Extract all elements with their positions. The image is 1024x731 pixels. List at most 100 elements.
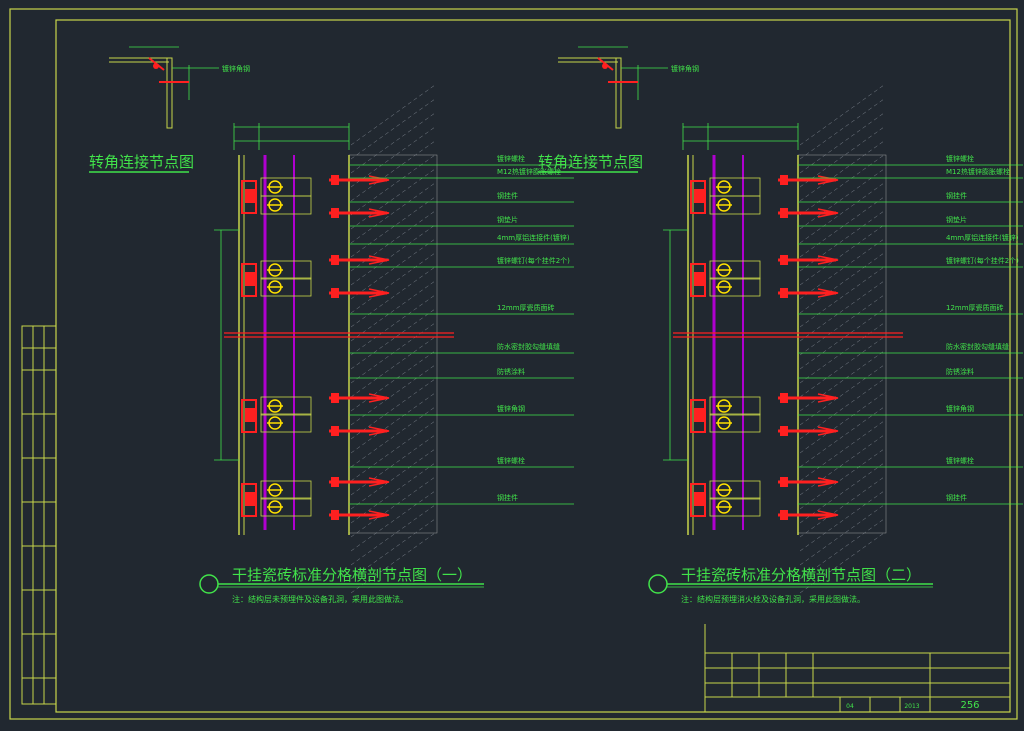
section-marker-circle	[648, 574, 668, 594]
callout-label: 镀锌螺钉(每个挂件2个)	[946, 256, 1019, 265]
bolt-head	[780, 175, 788, 185]
callout-label: 钢垫片	[946, 215, 967, 224]
callout-label: 防水密封胶勾缝填缝	[497, 342, 560, 351]
callout-label: 防锈涂料	[497, 367, 525, 376]
clip-assembly	[241, 260, 312, 297]
anchor-bolt	[778, 510, 839, 520]
bolt-head	[331, 510, 339, 520]
bracket-fill	[245, 189, 255, 203]
corner-post	[166, 57, 173, 129]
callout-label: 镀锌螺栓	[946, 154, 974, 163]
callout-label: 钢挂件	[946, 191, 967, 200]
clip-assembly	[690, 396, 761, 433]
bolt-head	[780, 208, 788, 218]
bolt-head	[780, 510, 788, 520]
section-detail-2: 镀锌角钢转角连接节点图 镀锌螺栓M12热镀锌膨胀螺栓钢挂件钢垫片4mm厚铝连接件(…	[538, 46, 1023, 604]
bracket-fill	[245, 492, 255, 506]
anchor-bolt	[778, 393, 839, 403]
corner-detail-title: 转角连接节点图	[89, 153, 194, 171]
sheet-number: 256	[960, 700, 979, 711]
clip-assembly	[690, 480, 761, 517]
section-title: 干挂瓷砖标准分格横剖节点图（一）	[232, 566, 472, 584]
clip-assembly	[241, 177, 312, 215]
clip-assembly	[241, 480, 312, 517]
clip-assembly	[690, 177, 761, 215]
anchor-bolt	[778, 426, 839, 436]
section-detail-1: 镀锌角钢转角连接节点图 镀锌螺栓M12热镀锌膨胀螺栓钢挂件钢垫片4mm厚铝连接件(…	[89, 46, 574, 604]
bolt-head	[331, 208, 339, 218]
callout-label: 防锈涂料	[946, 367, 974, 376]
anchor-bolt	[329, 426, 390, 436]
section-marker-circle	[199, 574, 219, 594]
bolt-head	[331, 426, 339, 436]
title-block-cell-1: 04	[846, 703, 854, 710]
bracket-fill	[694, 272, 704, 286]
corner-connection-detail: 镀锌角钢转角连接节点图	[89, 46, 250, 173]
callout-label: 镀锌螺栓	[497, 154, 525, 163]
section-note: 注：结构层未预埋件及设备孔洞，采用此图做法。	[232, 594, 408, 604]
wall-section: 镀锌螺栓M12热镀锌膨胀螺栓钢挂件钢垫片4mm厚铝连接件(镀锌)镀锌螺钉(每个挂…	[663, 84, 1023, 594]
anchor-bolt	[778, 477, 839, 487]
section-title: 干挂瓷砖标准分格横剖节点图（二）	[681, 566, 921, 584]
bracket-fill	[694, 492, 704, 506]
anchor-bolt	[329, 255, 390, 265]
corner-post	[615, 57, 622, 129]
callout-label: 4mm厚铝连接件(镀锌)	[497, 233, 570, 242]
corner-callout: 镀锌角钢	[671, 64, 699, 73]
bolt-head	[331, 393, 339, 403]
cad-canvas: 256 04 2013 镀锌角钢转角连接节点图 镀锌螺栓M12热镀锌膨胀螺栓钢挂件…	[9, 8, 1023, 720]
bracket-fill	[694, 189, 704, 203]
callout-label: 钢挂件	[497, 191, 518, 200]
section-title-block: 干挂瓷砖标准分格横剖节点图（二） 注：结构层预埋消火栓及设备孔洞，采用此图做法。	[648, 566, 933, 604]
callout-label: 镀锌螺栓	[497, 456, 525, 465]
anchor-bolt	[329, 288, 390, 298]
corner-anchor-head	[602, 63, 608, 69]
bolt-head	[331, 288, 339, 298]
title-block	[704, 624, 1010, 712]
callout-label: 镀锌角钢	[497, 404, 525, 413]
cad-drawing-sheet: 256 04 2013 镀锌角钢 转角连接节点图 镀锌螺栓 M12热镀锌膨胀螺栓 钢挂件…	[0, 0, 1024, 727]
anchor-bolt	[329, 175, 390, 185]
callout-label: 镀锌螺栓	[946, 456, 974, 465]
anchor-bolt	[778, 255, 839, 265]
bolt-head	[780, 288, 788, 298]
bolt-head	[780, 426, 788, 436]
callout-label: M12热镀锌膨胀螺栓	[946, 167, 1010, 176]
callout-label: 镀锌角钢	[946, 404, 974, 413]
bolt-head	[331, 175, 339, 185]
anchor-bolt	[778, 175, 839, 185]
corner-callout: 镀锌角钢	[222, 64, 250, 73]
corner-connection-detail: 镀锌角钢转角连接节点图	[538, 46, 699, 173]
section-note: 注：结构层预埋消火栓及设备孔洞，采用此图做法。	[681, 594, 865, 604]
anchor-bolt	[329, 393, 390, 403]
side-revision-table	[21, 325, 57, 705]
bolt-head	[331, 255, 339, 265]
title-block-cell-2: 2013	[904, 703, 919, 710]
callout-label: 防水密封胶勾缝填缝	[946, 342, 1009, 351]
bolt-head	[780, 393, 788, 403]
concrete-wall	[348, 84, 438, 594]
concrete-wall	[797, 84, 887, 594]
section-title-block: 干挂瓷砖标准分格横剖节点图（一） 注：结构层未预埋件及设备孔洞，采用此图做法。	[199, 566, 484, 604]
callout-label: 钢挂件	[497, 493, 518, 502]
callout-label: 4mm厚铝连接件(镀锌)	[946, 233, 1019, 242]
clip-assembly	[241, 396, 312, 433]
corner-anchor-head	[153, 63, 159, 69]
anchor-bolt	[329, 510, 390, 520]
bracket-fill	[245, 272, 255, 286]
anchor-bolt	[329, 477, 390, 487]
bolt-head	[780, 255, 788, 265]
callout-label: 镀锌螺钉(每个挂件2个)	[497, 256, 570, 265]
bracket-fill	[694, 408, 704, 422]
corner-detail-title: 转角连接节点图	[538, 153, 643, 171]
wall-section: 镀锌螺栓M12热镀锌膨胀螺栓钢挂件钢垫片4mm厚铝连接件(镀锌)镀锌螺钉(每个挂…	[214, 84, 574, 594]
callout-label: 12mm厚瓷质面砖	[946, 303, 1004, 312]
detail-drawings: 镀锌角钢转角连接节点图 镀锌螺栓M12热镀锌膨胀螺栓钢挂件钢垫片4mm厚铝连接件(…	[89, 46, 1023, 604]
bolt-head	[780, 477, 788, 487]
callout-label: 钢垫片	[497, 215, 518, 224]
bolt-head	[331, 477, 339, 487]
bracket-fill	[245, 408, 255, 422]
clip-assembly	[690, 260, 761, 297]
callout-label: 钢挂件	[946, 493, 967, 502]
callout-label: 12mm厚瓷质面砖	[497, 303, 555, 312]
